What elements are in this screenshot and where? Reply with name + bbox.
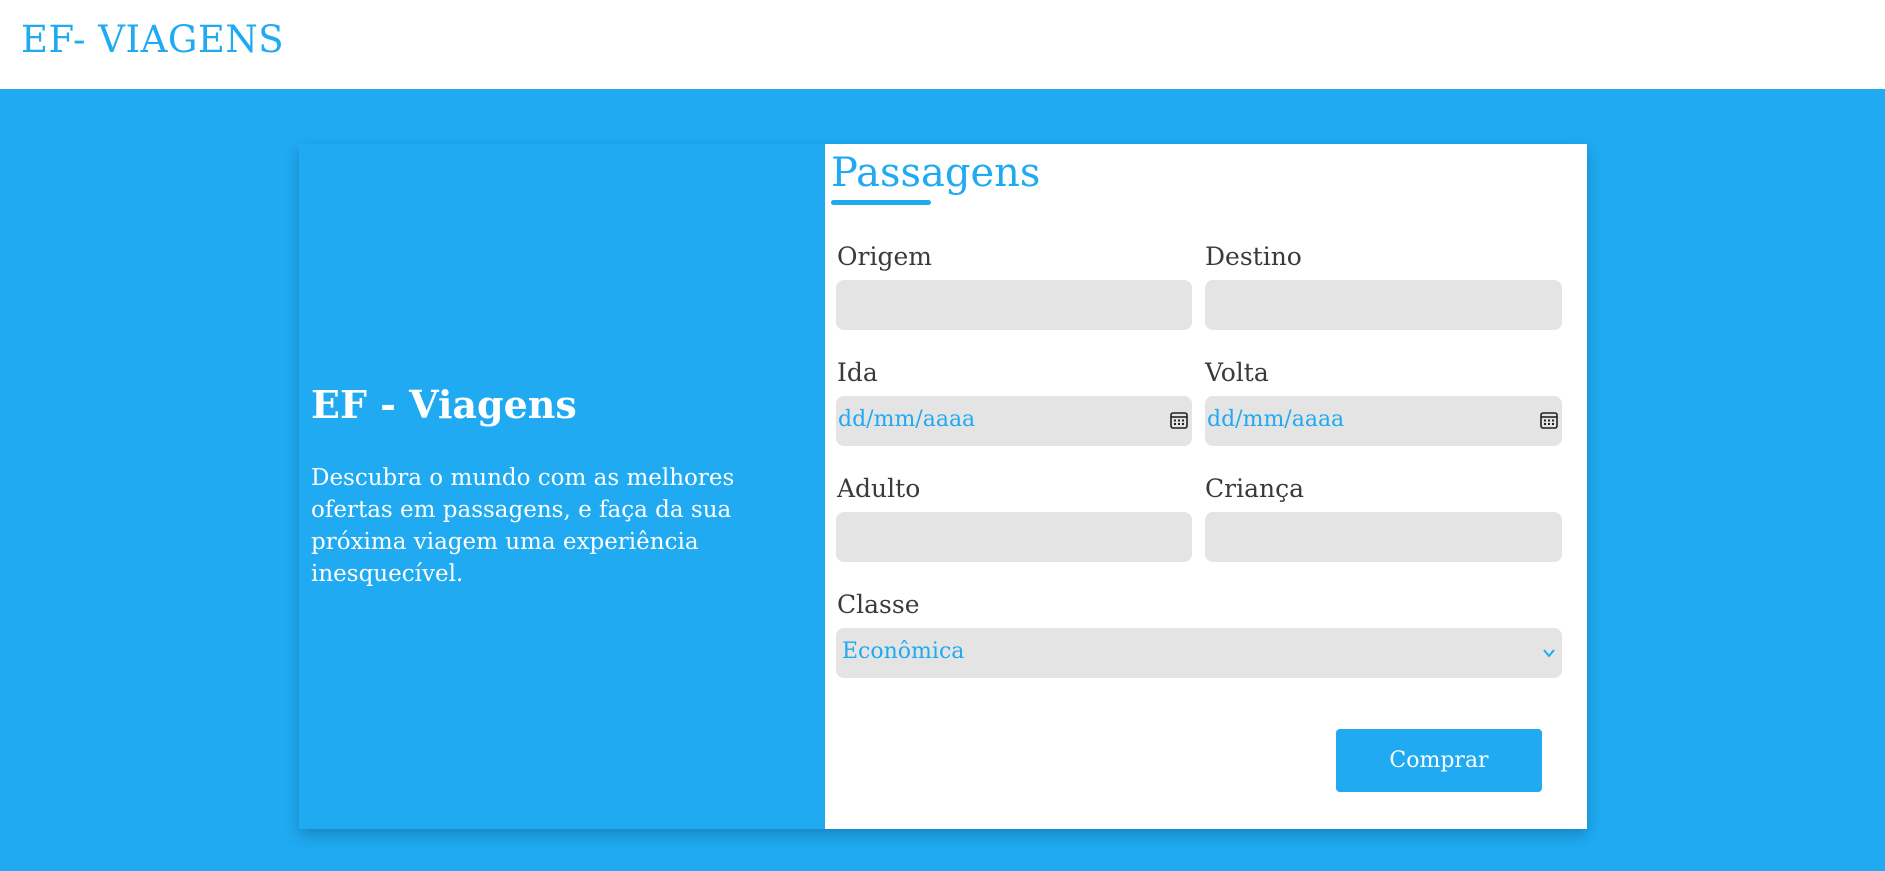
adulto-input[interactable] xyxy=(836,512,1192,562)
volta-label: Volta xyxy=(1205,358,1269,387)
classe-select[interactable]: Econômica xyxy=(836,628,1562,678)
hero-description: Descubra o mundo com as melhores ofertas… xyxy=(311,465,735,587)
destino-input[interactable] xyxy=(1205,280,1562,330)
classe-label: Classe xyxy=(837,590,920,619)
top-header: EF- VIAGENS xyxy=(0,0,1885,89)
hero-panel: EF - Viagens Descubra o mundo com as mel… xyxy=(299,144,825,829)
ida-placeholder: dd/mm/aaaa xyxy=(838,407,976,432)
destino-label: Destino xyxy=(1205,242,1302,271)
chevron-down-icon xyxy=(1543,649,1555,658)
booking-card: EF - Viagens Descubra o mundo com as mel… xyxy=(299,144,1587,829)
ida-label: Ida xyxy=(837,358,878,387)
title-underline xyxy=(831,200,931,205)
origem-input[interactable] xyxy=(836,280,1192,330)
calendar-icon[interactable] xyxy=(1539,410,1559,430)
site-logo[interactable]: EF- VIAGENS xyxy=(21,18,284,61)
crianca-label: Criança xyxy=(1205,474,1304,503)
volta-placeholder: dd/mm/aaaa xyxy=(1207,407,1345,432)
booking-form: Passagens Origem Destino Ida dd/mm/aaaa … xyxy=(825,144,1587,829)
ida-date-input[interactable]: dd/mm/aaaa xyxy=(836,396,1192,446)
hero-title: EF - Viagens xyxy=(311,382,577,427)
calendar-icon[interactable] xyxy=(1169,410,1189,430)
volta-date-input[interactable]: dd/mm/aaaa xyxy=(1205,396,1562,446)
origem-label: Origem xyxy=(837,242,932,271)
adulto-label: Adulto xyxy=(837,474,921,503)
form-title: Passagens xyxy=(831,150,1041,196)
buy-button[interactable]: Comprar xyxy=(1336,729,1542,792)
crianca-input[interactable] xyxy=(1205,512,1562,562)
classe-selected-value: Econômica xyxy=(842,639,965,664)
